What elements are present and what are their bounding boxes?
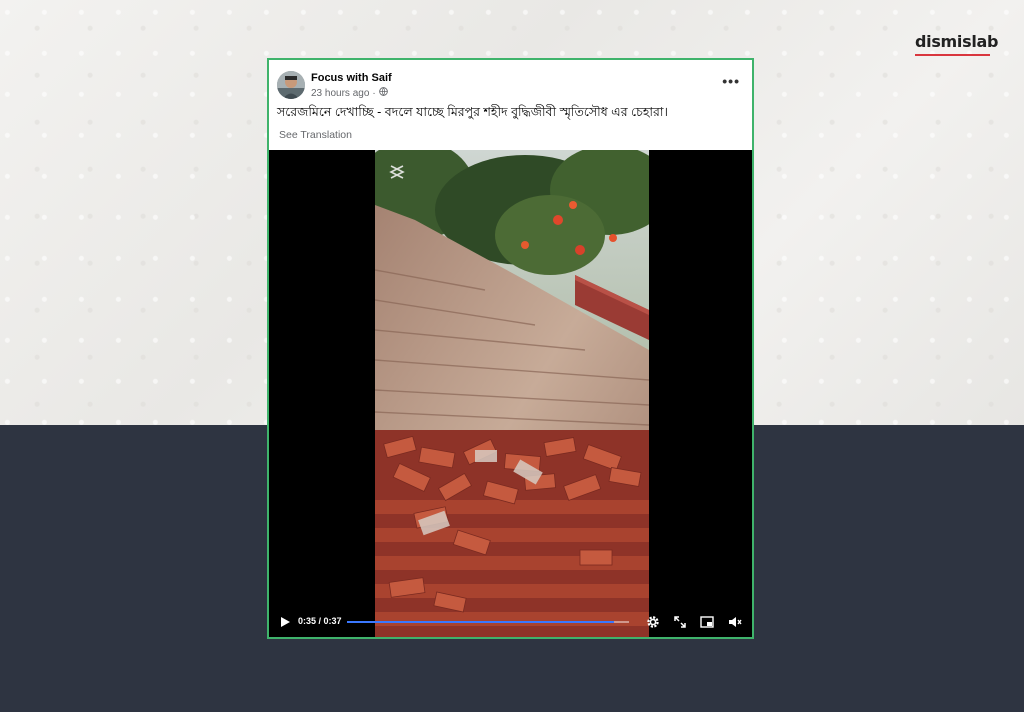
mute-icon[interactable] [728,615,742,629]
more-options-icon[interactable]: ••• [722,74,740,88]
post-time[interactable]: 23 hours ago [311,88,369,99]
picture-in-picture-icon[interactable] [700,615,714,629]
post-caption: সরেজমিনে দেখাচ্ছি - বদলে যাচ্ছে মিরপুর শ… [277,105,669,119]
see-translation-link[interactable]: See Translation [279,129,352,141]
video-controls: 0:35 / 0:37 [269,607,752,637]
globe-icon [378,87,388,99]
play-icon[interactable] [279,616,291,628]
avatar[interactable] [277,71,305,99]
progress-fill [347,621,614,623]
settings-gear-icon[interactable] [646,615,660,629]
video-time: 0:35 / 0:37 [298,616,342,626]
post-meta: 23 hours ago · [311,87,388,99]
fullscreen-icon[interactable] [673,615,687,629]
facebook-post-card: Focus with Saif 23 hours ago · ••• সরেজম… [267,58,754,639]
video-player[interactable]: 0:35 / 0:37 [269,150,752,637]
dismislab-logo: dismislab [915,32,999,51]
video-frame-collapsed-stairs [375,150,649,637]
progress-bar[interactable] [347,621,629,623]
post-author[interactable]: Focus with Saif [311,72,392,84]
logo-underline [915,54,990,56]
